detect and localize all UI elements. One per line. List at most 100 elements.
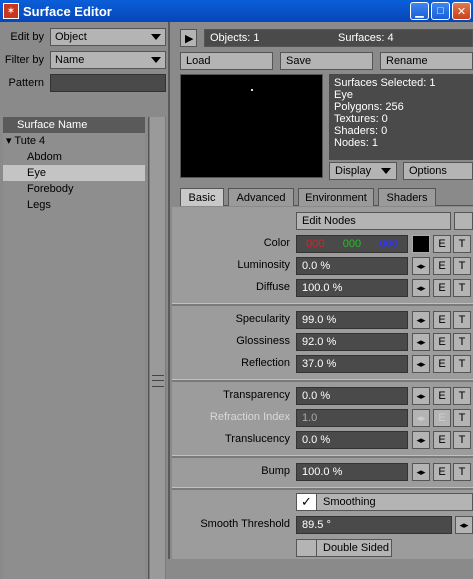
- display-dropdown[interactable]: Display: [329, 162, 397, 180]
- envelope-button[interactable]: E: [433, 311, 451, 329]
- surface-list: ▾ Tute 4 Abdom Eye Forebody Legs: [3, 133, 145, 579]
- diffuse-field[interactable]: 100.0 %: [296, 279, 408, 297]
- list-item[interactable]: Forebody: [3, 181, 145, 197]
- options-button[interactable]: Options: [403, 162, 473, 180]
- bump-label: Bump: [261, 465, 290, 477]
- texture-button[interactable]: T: [453, 257, 471, 275]
- info-textures: Textures: 0: [334, 113, 388, 125]
- slider-arrows-icon[interactable]: ◂▸: [412, 355, 430, 373]
- edit-by-label: Edit by: [10, 31, 44, 43]
- status-bar: Objects: 1 Surfaces: 4: [204, 29, 473, 47]
- glossiness-field[interactable]: 92.0 %: [296, 333, 408, 351]
- tab-basic[interactable]: Basic: [180, 188, 224, 206]
- slider-arrows-icon[interactable]: ◂▸: [412, 333, 430, 351]
- envelope-button[interactable]: E: [433, 257, 451, 275]
- texture-button[interactable]: T: [453, 279, 471, 297]
- slider-arrows-icon[interactable]: ◂▸: [412, 257, 430, 275]
- edit-nodes-button[interactable]: Edit Nodes: [296, 212, 451, 230]
- color-swatch[interactable]: [412, 235, 430, 253]
- chevron-down-icon: [151, 34, 161, 40]
- texture-button[interactable]: T: [453, 311, 471, 329]
- reflection-field[interactable]: 37.0 %: [296, 355, 408, 373]
- slider-arrows-icon[interactable]: ◂▸: [412, 311, 430, 329]
- color-b: 000: [379, 238, 398, 250]
- pattern-input[interactable]: [50, 74, 166, 92]
- grip-icon: [152, 375, 164, 387]
- double-sided-label: Double Sided: [323, 542, 390, 554]
- specularity-field[interactable]: 99.0 %: [296, 311, 408, 329]
- play-button[interactable]: ▶: [180, 29, 197, 47]
- surface-preview[interactable]: [180, 74, 323, 178]
- divider: [172, 303, 473, 306]
- list-item[interactable]: Abdom: [3, 149, 145, 165]
- envelope-button[interactable]: E: [433, 387, 451, 405]
- slider-arrows-icon[interactable]: ◂▸: [412, 431, 430, 449]
- envelope-button[interactable]: E: [433, 463, 451, 481]
- edit-by-dropdown[interactable]: Object: [50, 28, 166, 46]
- reflection-row: Reflection 37.0 % ◂▸ E T: [172, 354, 473, 374]
- save-button[interactable]: Save: [280, 52, 373, 70]
- translucency-field[interactable]: 0.0 %: [296, 431, 408, 449]
- lightwave-icon: ✶: [3, 3, 19, 19]
- rename-button[interactable]: Rename: [380, 52, 473, 70]
- slider-arrows-icon[interactable]: ◂▸: [412, 463, 430, 481]
- minimize-button[interactable]: ▁: [410, 2, 429, 20]
- slider-arrows-icon[interactable]: ◂▸: [455, 516, 473, 534]
- texture-button[interactable]: T: [453, 387, 471, 405]
- title-bar: ✶ Surface Editor ▁ □ ✕: [0, 0, 473, 22]
- nodes-toggle-button[interactable]: [454, 212, 473, 230]
- double-sided-checkbox[interactable]: Double Sided: [296, 539, 392, 557]
- color-r: 000: [306, 238, 325, 250]
- envelope-button[interactable]: E: [433, 333, 451, 351]
- list-scrollbar[interactable]: [148, 117, 166, 579]
- texture-button[interactable]: T: [453, 355, 471, 373]
- surface-list-header[interactable]: Surface Name: [3, 117, 145, 133]
- filter-by-label: Filter by: [4, 54, 44, 66]
- texture-button[interactable]: T: [453, 463, 471, 481]
- checkmark-icon: ✓: [297, 494, 317, 510]
- load-button[interactable]: Load: [180, 52, 273, 70]
- texture-button[interactable]: T: [453, 235, 471, 253]
- filter-by-dropdown[interactable]: Name: [50, 51, 166, 69]
- refraction-index-field: 1.0: [296, 409, 408, 427]
- color-field[interactable]: 000 000 000: [296, 235, 408, 253]
- close-button[interactable]: ✕: [452, 2, 471, 20]
- divider: [172, 379, 473, 382]
- diffuse-label: Diffuse: [255, 281, 290, 293]
- pattern-label: Pattern: [8, 77, 44, 89]
- slider-arrows-icon[interactable]: ◂▸: [412, 279, 430, 297]
- envelope-button[interactable]: E: [433, 235, 451, 253]
- list-item[interactable]: Legs: [3, 197, 145, 213]
- checkbox-box: [297, 540, 317, 556]
- color-row: Color 000 000 000 E T: [172, 234, 473, 254]
- bump-field[interactable]: 100.0 %: [296, 463, 408, 481]
- expand-triangle-icon[interactable]: ▾: [6, 135, 12, 147]
- filter-by-row: Filter by Name: [4, 50, 166, 70]
- luminosity-field[interactable]: 0.0 %: [296, 257, 408, 275]
- texture-button[interactable]: T: [453, 431, 471, 449]
- texture-button[interactable]: T: [453, 333, 471, 351]
- list-group[interactable]: ▾ Tute 4: [3, 133, 145, 149]
- envelope-button[interactable]: E: [433, 279, 451, 297]
- texture-button[interactable]: T: [453, 409, 471, 427]
- info-selected: Surfaces Selected: 1: [334, 77, 436, 89]
- refraction-index-row: Refraction Index 1.0 ◂▸ E T: [172, 408, 473, 428]
- maximize-button[interactable]: □: [431, 2, 450, 20]
- tab-shaders[interactable]: Shaders: [378, 188, 436, 206]
- envelope-button[interactable]: E: [433, 355, 451, 373]
- smooth-threshold-field[interactable]: 89.5 °: [296, 516, 452, 534]
- slider-arrows-icon[interactable]: ◂▸: [412, 387, 430, 405]
- smoothing-checkbox[interactable]: ✓ Smoothing: [296, 493, 473, 511]
- divider: [172, 455, 473, 458]
- tab-environment[interactable]: Environment: [298, 188, 374, 206]
- transparency-field[interactable]: 0.0 %: [296, 387, 408, 405]
- color-g: 000: [342, 238, 362, 250]
- envelope-button[interactable]: E: [433, 431, 451, 449]
- tab-advanced[interactable]: Advanced: [228, 188, 294, 206]
- list-item[interactable]: Eye: [3, 165, 145, 181]
- pattern-row: Pattern: [4, 73, 166, 93]
- left-pane: Edit by Object Filter by Name Pattern Su…: [0, 22, 170, 579]
- scroll-thumb[interactable]: [150, 117, 165, 579]
- edit-by-row: Edit by Object: [4, 27, 166, 47]
- right-pane: ▶ Objects: 1 Surfaces: 4 Load Save Renam…: [172, 22, 473, 559]
